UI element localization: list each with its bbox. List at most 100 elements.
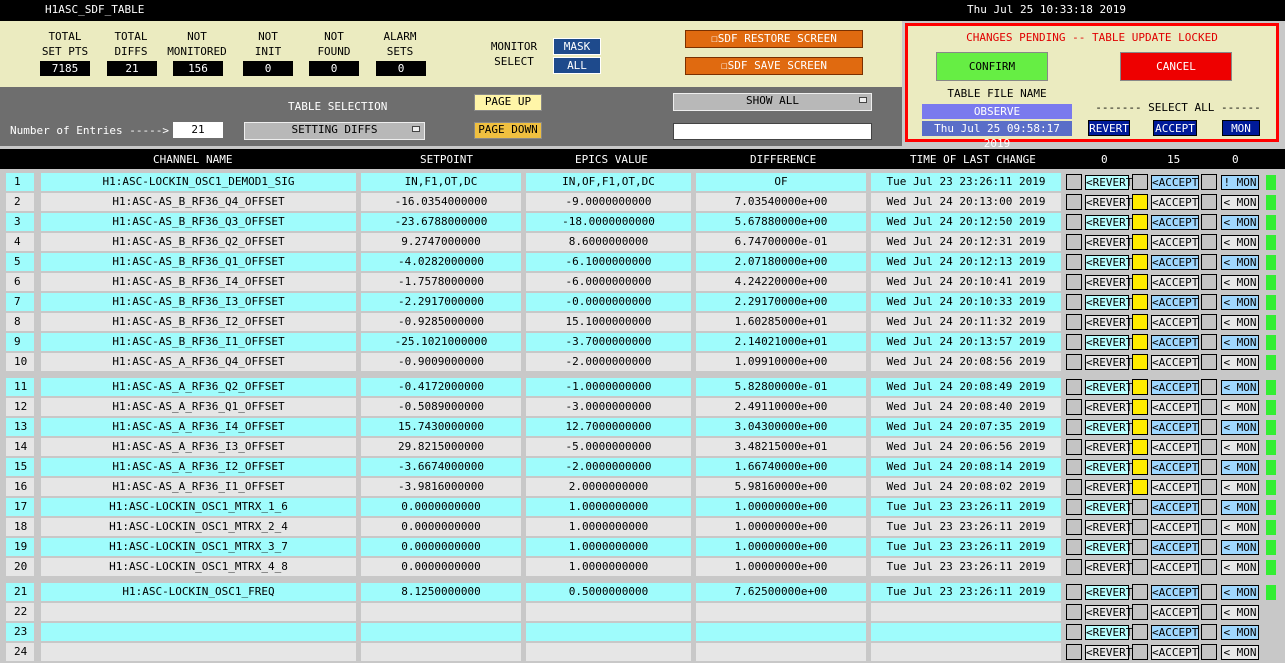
- accept-checkbox[interactable]: [1132, 459, 1148, 475]
- accept-checkbox[interactable]: [1132, 214, 1148, 230]
- revert-button[interactable]: <REVERT: [1085, 275, 1132, 290]
- revert-button[interactable]: <REVERT: [1085, 500, 1132, 515]
- mon-button[interactable]: ! MON: [1221, 175, 1259, 190]
- accept-checkbox[interactable]: [1132, 604, 1148, 620]
- accept-checkbox[interactable]: [1132, 439, 1148, 455]
- mon-checkbox[interactable]: [1201, 254, 1217, 270]
- mon-button[interactable]: < MON: [1221, 585, 1259, 600]
- mon-checkbox[interactable]: [1201, 624, 1217, 640]
- mon-button[interactable]: < MON: [1221, 400, 1259, 415]
- accept-checkbox[interactable]: [1132, 294, 1148, 310]
- mon-button[interactable]: < MON: [1221, 275, 1259, 290]
- accept-checkbox[interactable]: [1132, 379, 1148, 395]
- revert-checkbox[interactable]: [1066, 419, 1082, 435]
- mon-checkbox[interactable]: [1201, 194, 1217, 210]
- sdf-restore-screen-button[interactable]: ☐SDF RESTORE SCREEN: [685, 30, 863, 48]
- revert-checkbox[interactable]: [1066, 519, 1082, 535]
- mon-button[interactable]: < MON: [1221, 295, 1259, 310]
- mon-button[interactable]: < MON: [1221, 540, 1259, 555]
- accept-button[interactable]: <ACCEPT: [1151, 420, 1199, 435]
- revert-button[interactable]: <REVERT: [1085, 480, 1132, 495]
- mon-checkbox[interactable]: [1201, 519, 1217, 535]
- revert-button[interactable]: <REVERT: [1085, 315, 1132, 330]
- mon-checkbox[interactable]: [1201, 604, 1217, 620]
- accept-button[interactable]: <ACCEPT: [1151, 255, 1199, 270]
- accept-checkbox[interactable]: [1132, 399, 1148, 415]
- accept-button[interactable]: <ACCEPT: [1151, 175, 1199, 190]
- accept-checkbox[interactable]: [1132, 194, 1148, 210]
- revert-button[interactable]: <REVERT: [1085, 560, 1132, 575]
- mon-button[interactable]: < MON: [1221, 500, 1259, 515]
- accept-button[interactable]: <ACCEPT: [1151, 480, 1199, 495]
- mon-checkbox[interactable]: [1201, 559, 1217, 575]
- mon-checkbox[interactable]: [1201, 539, 1217, 555]
- revert-checkbox[interactable]: [1066, 624, 1082, 640]
- accept-button[interactable]: <ACCEPT: [1151, 195, 1199, 210]
- mon-button[interactable]: < MON: [1221, 560, 1259, 575]
- revert-checkbox[interactable]: [1066, 174, 1082, 190]
- revert-button[interactable]: <REVERT: [1085, 195, 1132, 210]
- revert-button[interactable]: <REVERT: [1085, 460, 1132, 475]
- revert-checkbox[interactable]: [1066, 254, 1082, 270]
- revert-button[interactable]: <REVERT: [1085, 605, 1132, 620]
- accept-button[interactable]: <ACCEPT: [1151, 295, 1199, 310]
- accept-checkbox[interactable]: [1132, 479, 1148, 495]
- revert-checkbox[interactable]: [1066, 479, 1082, 495]
- revert-checkbox[interactable]: [1066, 459, 1082, 475]
- page-up-button[interactable]: PAGE UP: [474, 94, 542, 111]
- revert-button[interactable]: <REVERT: [1085, 175, 1132, 190]
- accept-button[interactable]: <ACCEPT: [1151, 275, 1199, 290]
- accept-button[interactable]: <ACCEPT: [1151, 625, 1199, 640]
- revert-button[interactable]: <REVERT: [1085, 420, 1132, 435]
- mon-checkbox[interactable]: [1201, 314, 1217, 330]
- mon-button[interactable]: < MON: [1221, 520, 1259, 535]
- mon-checkbox[interactable]: [1201, 234, 1217, 250]
- mon-checkbox[interactable]: [1201, 334, 1217, 350]
- mon-button[interactable]: < MON: [1221, 625, 1259, 640]
- revert-button[interactable]: <REVERT: [1085, 540, 1132, 555]
- accept-checkbox[interactable]: [1132, 334, 1148, 350]
- sdf-save-screen-button[interactable]: ☐SDF SAVE SCREEN: [685, 57, 863, 75]
- accept-button[interactable]: <ACCEPT: [1151, 440, 1199, 455]
- mon-checkbox[interactable]: [1201, 419, 1217, 435]
- select-all-mon-button[interactable]: MON: [1222, 120, 1260, 136]
- mon-button[interactable]: < MON: [1221, 355, 1259, 370]
- accept-checkbox[interactable]: [1132, 174, 1148, 190]
- mon-checkbox[interactable]: [1201, 214, 1217, 230]
- mon-checkbox[interactable]: [1201, 399, 1217, 415]
- accept-button[interactable]: <ACCEPT: [1151, 585, 1199, 600]
- mon-button[interactable]: < MON: [1221, 605, 1259, 620]
- accept-checkbox[interactable]: [1132, 519, 1148, 535]
- revert-checkbox[interactable]: [1066, 314, 1082, 330]
- select-all-accept-button[interactable]: ACCEPT: [1153, 120, 1197, 136]
- mon-button[interactable]: < MON: [1221, 195, 1259, 210]
- all-button[interactable]: ALL: [553, 57, 601, 74]
- mon-checkbox[interactable]: [1201, 294, 1217, 310]
- mon-button[interactable]: < MON: [1221, 255, 1259, 270]
- revert-button[interactable]: <REVERT: [1085, 400, 1132, 415]
- revert-checkbox[interactable]: [1066, 379, 1082, 395]
- revert-button[interactable]: <REVERT: [1085, 380, 1132, 395]
- mon-button[interactable]: < MON: [1221, 235, 1259, 250]
- revert-checkbox[interactable]: [1066, 644, 1082, 660]
- revert-button[interactable]: <REVERT: [1085, 625, 1132, 640]
- revert-checkbox[interactable]: [1066, 274, 1082, 290]
- accept-button[interactable]: <ACCEPT: [1151, 460, 1199, 475]
- accept-checkbox[interactable]: [1132, 419, 1148, 435]
- revert-button[interactable]: <REVERT: [1085, 440, 1132, 455]
- accept-button[interactable]: <ACCEPT: [1151, 540, 1199, 555]
- mon-checkbox[interactable]: [1201, 459, 1217, 475]
- revert-checkbox[interactable]: [1066, 439, 1082, 455]
- revert-checkbox[interactable]: [1066, 334, 1082, 350]
- mon-button[interactable]: < MON: [1221, 645, 1259, 660]
- mon-button[interactable]: < MON: [1221, 440, 1259, 455]
- revert-button[interactable]: <REVERT: [1085, 215, 1132, 230]
- accept-checkbox[interactable]: [1132, 539, 1148, 555]
- revert-button[interactable]: <REVERT: [1085, 335, 1132, 350]
- accept-button[interactable]: <ACCEPT: [1151, 335, 1199, 350]
- accept-button[interactable]: <ACCEPT: [1151, 380, 1199, 395]
- mon-checkbox[interactable]: [1201, 479, 1217, 495]
- revert-button[interactable]: <REVERT: [1085, 645, 1132, 660]
- accept-button[interactable]: <ACCEPT: [1151, 355, 1199, 370]
- accept-checkbox[interactable]: [1132, 644, 1148, 660]
